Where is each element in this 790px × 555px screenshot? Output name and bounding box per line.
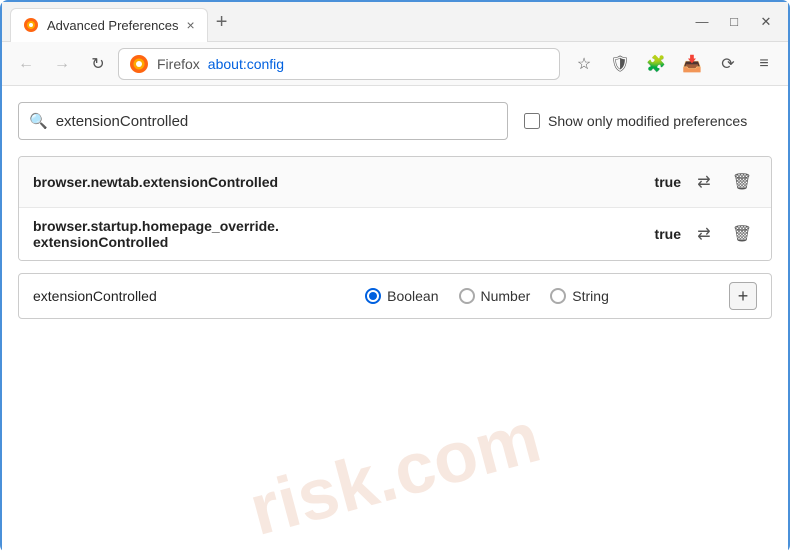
downloads-icon: 📥	[682, 54, 702, 74]
navigation-bar: ← → ↻ Firefox about:config ☆ 🛡 🧩 📥 ⟳	[2, 42, 788, 86]
string-label: String	[572, 288, 609, 304]
table-row: browser.newtab.extensionControlled true …	[19, 157, 771, 208]
search-input[interactable]	[56, 113, 497, 130]
bookmark-button[interactable]: ☆	[568, 48, 600, 80]
delete-icon: 🗑	[732, 172, 752, 192]
number-radio-circle	[459, 288, 475, 304]
string-radio-circle	[550, 288, 566, 304]
toggle-button[interactable]: ⇄	[689, 167, 719, 197]
delete-button[interactable]: 🗑	[727, 167, 757, 197]
back-icon: ←	[18, 55, 34, 73]
table-row: browser.startup.homepage_override. exten…	[19, 208, 771, 260]
row-actions: ⇄ 🗑	[689, 167, 757, 197]
search-box-container: 🔍	[18, 102, 508, 140]
maximize-button[interactable]: □	[720, 8, 748, 36]
extension-icon: 🧩	[646, 54, 666, 74]
pref-name: browser.newtab.extensionControlled	[33, 174, 643, 190]
extension-button[interactable]: 🧩	[640, 48, 672, 80]
page-content: 🔍 Show only modified preferences browser…	[2, 86, 788, 555]
browser-tab[interactable]: Advanced Preferences ×	[10, 8, 208, 42]
minimize-button[interactable]: —	[688, 8, 716, 36]
reload-button[interactable]: ↻	[82, 48, 114, 80]
row-actions: ⇄ 🗑	[689, 219, 757, 249]
sync-icon: ⟳	[721, 54, 734, 74]
search-icon: 🔍	[29, 112, 48, 130]
boolean-radio-circle	[365, 288, 381, 304]
pref-value: true	[643, 174, 681, 190]
add-preference-button[interactable]: +	[729, 282, 757, 310]
delete-button[interactable]: 🗑	[727, 219, 757, 249]
firefox-logo	[129, 54, 149, 74]
tab-title: Advanced Preferences	[47, 18, 179, 33]
window-controls: — □ ✕	[688, 8, 780, 36]
sync-button[interactable]: ⟳	[712, 48, 744, 80]
back-button[interactable]: ←	[10, 48, 42, 80]
pref-value: true	[643, 226, 681, 242]
search-row: 🔍 Show only modified preferences	[18, 102, 772, 140]
address-bar[interactable]: Firefox about:config	[118, 48, 560, 80]
address-text: about:config	[208, 56, 284, 72]
swap-icon: ⇄	[697, 172, 710, 192]
type-radio-group: Boolean Number String	[253, 288, 721, 304]
menu-icon: ≡	[759, 55, 768, 73]
add-preference-row: extensionControlled Boolean Number Strin…	[18, 273, 772, 319]
toggle-button[interactable]: ⇄	[689, 219, 719, 249]
shield-icon: 🛡	[610, 54, 630, 74]
show-modified-checkbox[interactable]	[524, 113, 540, 129]
pref-name: browser.startup.homepage_override. exten…	[33, 218, 643, 250]
swap-icon: ⇄	[697, 224, 710, 244]
delete-icon: 🗑	[732, 224, 752, 244]
reload-icon: ↻	[91, 54, 104, 74]
show-modified-label[interactable]: Show only modified preferences	[524, 113, 747, 129]
menu-button[interactable]: ≡	[748, 48, 780, 80]
string-radio-option[interactable]: String	[550, 288, 609, 304]
shield-button[interactable]: 🛡	[604, 48, 636, 80]
tab-favicon	[23, 17, 39, 33]
forward-button[interactable]: →	[46, 48, 78, 80]
title-bar: Advanced Preferences × + — □ ✕	[2, 2, 788, 42]
show-modified-text: Show only modified preferences	[548, 113, 747, 129]
nav-right-icons: ☆ 🛡 🧩 📥 ⟳ ≡	[568, 48, 780, 80]
new-tab-button[interactable]: +	[208, 12, 236, 32]
close-button[interactable]: ✕	[752, 8, 780, 36]
pref-name-line2: extensionControlled	[33, 234, 168, 250]
new-pref-name: extensionControlled	[33, 288, 253, 304]
downloads-button[interactable]: 📥	[676, 48, 708, 80]
number-radio-option[interactable]: Number	[459, 288, 531, 304]
bookmark-icon: ☆	[577, 54, 591, 74]
results-table: browser.newtab.extensionControlled true …	[18, 156, 772, 261]
tab-close-button[interactable]: ×	[187, 17, 195, 33]
boolean-label: Boolean	[387, 288, 438, 304]
forward-icon: →	[54, 55, 70, 73]
watermark: risk.com	[5, 333, 785, 555]
browser-name-label: Firefox	[157, 56, 200, 72]
number-label: Number	[481, 288, 531, 304]
boolean-radio-option[interactable]: Boolean	[365, 288, 438, 304]
pref-name-line1: browser.startup.homepage_override.	[33, 218, 279, 234]
